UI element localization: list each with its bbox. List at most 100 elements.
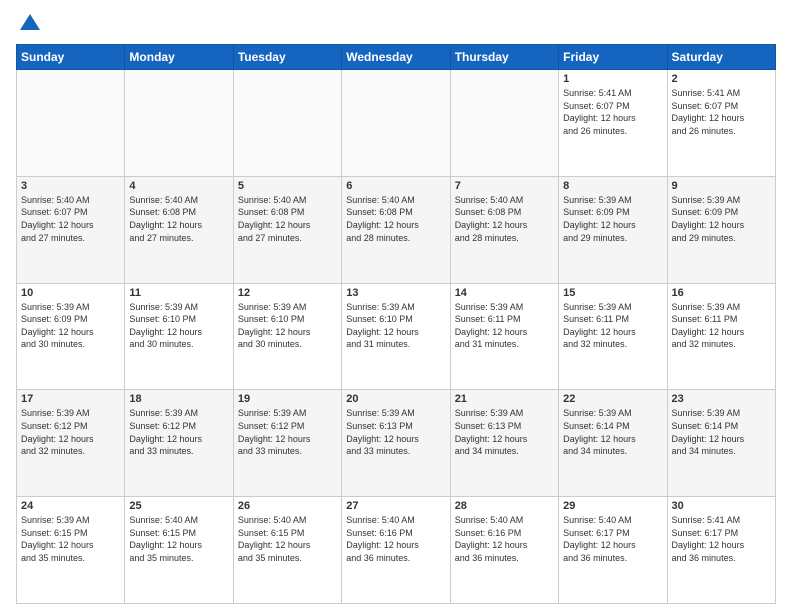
day-cell: 29 Sunrise: 5:40 AM Sunset: 6:17 PM Dayli… [559,497,667,604]
day-cell: 30Sunrise: 5:41 AM Sunset: 6:17 PM Dayli… [667,497,775,604]
day-cell: 28 Sunrise: 5:40 AM Sunset: 6:16 PM Dayli… [450,497,558,604]
week-row-1: 1 Sunrise: 5:41 AM Sunset: 6:07 PM Daylig… [17,70,776,177]
day-info: Sunrise: 5:39 AM Sunset: 6:13 PM Dayligh… [455,407,554,457]
day-cell: 11 Sunrise: 5:39 AM Sunset: 6:10 PM Dayli… [125,283,233,390]
day-number: 1 [563,73,662,85]
day-info: Sunrise: 5:40 AM Sunset: 6:17 PM Dayligh… [563,514,662,564]
day-info: Sunrise: 5:39 AM Sunset: 6:10 PM Dayligh… [238,301,337,351]
day-cell: 21 Sunrise: 5:39 AM Sunset: 6:13 PM Dayli… [450,390,558,497]
day-number: 25 [129,500,228,512]
day-info: Sunrise: 5:40 AM Sunset: 6:08 PM Dayligh… [346,194,445,244]
day-cell: 20 Sunrise: 5:39 AM Sunset: 6:13 PM Dayli… [342,390,450,497]
day-number: 21 [455,393,554,405]
day-info: Sunrise: 5:39 AM Sunset: 6:15 PM Dayligh… [21,514,120,564]
day-cell: 1 Sunrise: 5:41 AM Sunset: 6:07 PM Daylig… [559,70,667,177]
day-cell: 22Sunrise: 5:39 AM Sunset: 6:14 PM Dayli… [559,390,667,497]
day-number: 8 [563,180,662,192]
day-info: Sunrise: 5:39 AM Sunset: 6:09 PM Dayligh… [672,194,771,244]
day-cell: 14 Sunrise: 5:39 AM Sunset: 6:11 PM Dayli… [450,283,558,390]
day-info: Sunrise: 5:40 AM Sunset: 6:08 PM Dayligh… [129,194,228,244]
day-info: Sunrise: 5:40 AM Sunset: 6:08 PM Dayligh… [455,194,554,244]
day-info: Sunrise: 5:39 AM Sunset: 6:10 PM Dayligh… [129,301,228,351]
logo-icon [18,12,42,36]
day-cell: 26 Sunrise: 5:40 AM Sunset: 6:15 PM Dayli… [233,497,341,604]
day-number: 9 [672,180,771,192]
day-cell [233,70,341,177]
day-cell: 7 Sunrise: 5:40 AM Sunset: 6:08 PM Daylig… [450,176,558,283]
page: Sunday Monday Tuesday Wednesday Thursday… [0,0,792,612]
header-saturday: Saturday [667,45,775,70]
day-info: Sunrise: 5:41 AM Sunset: 6:17 PM Dayligh… [672,514,771,564]
day-number: 7 [455,180,554,192]
day-info: Sunrise: 5:39 AM Sunset: 6:14 PM Dayligh… [672,407,771,457]
day-info: Sunrise: 5:39 AM Sunset: 6:09 PM Dayligh… [563,194,662,244]
day-number: 18 [129,393,228,405]
week-row-5: 24 Sunrise: 5:39 AM Sunset: 6:15 PM Dayli… [17,497,776,604]
day-number: 20 [346,393,445,405]
header-tuesday: Tuesday [233,45,341,70]
day-cell [342,70,450,177]
header-sunday: Sunday [17,45,125,70]
day-cell: 15 Sunrise: 5:39 AM Sunset: 6:11 PM Dayli… [559,283,667,390]
day-number: 3 [21,180,120,192]
day-info: Sunrise: 5:41 AM Sunset: 6:07 PM Dayligh… [563,87,662,137]
calendar-header-row: Sunday Monday Tuesday Wednesday Thursday… [17,45,776,70]
day-number: 24 [21,500,120,512]
day-info: Sunrise: 5:40 AM Sunset: 6:07 PM Dayligh… [21,194,120,244]
day-cell: 3 Sunrise: 5:40 AM Sunset: 6:07 PM Daylig… [17,176,125,283]
day-cell: 13 Sunrise: 5:39 AM Sunset: 6:10 PM Dayli… [342,283,450,390]
day-info: Sunrise: 5:40 AM Sunset: 6:16 PM Dayligh… [455,514,554,564]
day-number: 14 [455,287,554,299]
day-cell: 2Sunrise: 5:41 AM Sunset: 6:07 PM Daylig… [667,70,775,177]
day-info: Sunrise: 5:39 AM Sunset: 6:11 PM Dayligh… [563,301,662,351]
week-row-3: 10Sunrise: 5:39 AM Sunset: 6:09 PM Dayli… [17,283,776,390]
day-cell: 16 Sunrise: 5:39 AM Sunset: 6:11 PM Dayli… [667,283,775,390]
day-number: 11 [129,287,228,299]
day-cell [17,70,125,177]
day-number: 16 [672,287,771,299]
day-number: 28 [455,500,554,512]
day-cell [125,70,233,177]
day-number: 26 [238,500,337,512]
day-cell: 6Sunrise: 5:40 AM Sunset: 6:08 PM Daylig… [342,176,450,283]
day-cell: 8 Sunrise: 5:39 AM Sunset: 6:09 PM Daylig… [559,176,667,283]
day-info: Sunrise: 5:40 AM Sunset: 6:16 PM Dayligh… [346,514,445,564]
day-info: Sunrise: 5:40 AM Sunset: 6:15 PM Dayligh… [238,514,337,564]
day-info: Sunrise: 5:39 AM Sunset: 6:11 PM Dayligh… [455,301,554,351]
day-number: 5 [238,180,337,192]
header-wednesday: Wednesday [342,45,450,70]
calendar: Sunday Monday Tuesday Wednesday Thursday… [16,44,776,604]
day-cell: 17 Sunrise: 5:39 AM Sunset: 6:12 PM Dayli… [17,390,125,497]
logo [16,12,42,36]
day-number: 22 [563,393,662,405]
day-number: 27 [346,500,445,512]
day-cell: 27 Sunrise: 5:40 AM Sunset: 6:16 PM Dayli… [342,497,450,604]
day-cell: 9 Sunrise: 5:39 AM Sunset: 6:09 PM Daylig… [667,176,775,283]
day-cell [450,70,558,177]
day-cell: 25Sunrise: 5:40 AM Sunset: 6:15 PM Dayli… [125,497,233,604]
day-cell: 12Sunrise: 5:39 AM Sunset: 6:10 PM Dayli… [233,283,341,390]
day-info: Sunrise: 5:39 AM Sunset: 6:13 PM Dayligh… [346,407,445,457]
day-cell: 23 Sunrise: 5:39 AM Sunset: 6:14 PM Dayli… [667,390,775,497]
day-info: Sunrise: 5:39 AM Sunset: 6:10 PM Dayligh… [346,301,445,351]
day-info: Sunrise: 5:39 AM Sunset: 6:09 PM Dayligh… [21,301,120,351]
header-monday: Monday [125,45,233,70]
day-cell: 5Sunrise: 5:40 AM Sunset: 6:08 PM Daylig… [233,176,341,283]
day-cell: 10Sunrise: 5:39 AM Sunset: 6:09 PM Dayli… [17,283,125,390]
day-number: 13 [346,287,445,299]
week-row-4: 17 Sunrise: 5:39 AM Sunset: 6:12 PM Dayli… [17,390,776,497]
day-cell: 19Sunrise: 5:39 AM Sunset: 6:12 PM Dayli… [233,390,341,497]
day-number: 17 [21,393,120,405]
day-cell: 24 Sunrise: 5:39 AM Sunset: 6:15 PM Dayli… [17,497,125,604]
header [16,12,776,36]
day-number: 15 [563,287,662,299]
day-number: 29 [563,500,662,512]
day-info: Sunrise: 5:39 AM Sunset: 6:11 PM Dayligh… [672,301,771,351]
day-info: Sunrise: 5:41 AM Sunset: 6:07 PM Dayligh… [672,87,771,137]
day-number: 19 [238,393,337,405]
day-number: 23 [672,393,771,405]
day-info: Sunrise: 5:39 AM Sunset: 6:12 PM Dayligh… [21,407,120,457]
day-cell: 18 Sunrise: 5:39 AM Sunset: 6:12 PM Dayli… [125,390,233,497]
header-thursday: Thursday [450,45,558,70]
day-info: Sunrise: 5:39 AM Sunset: 6:12 PM Dayligh… [129,407,228,457]
